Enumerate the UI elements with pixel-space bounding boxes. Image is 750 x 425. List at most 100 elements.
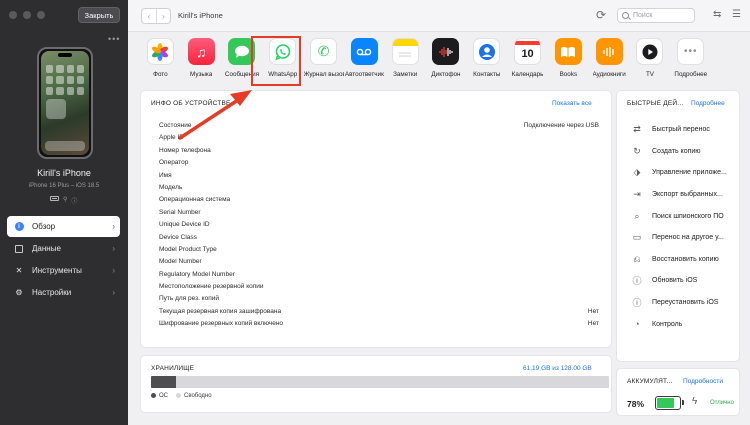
app-audiobooks[interactable]: Аудиокниги: [589, 38, 630, 78]
battery-health-status: Отлично: [710, 400, 734, 406]
backup-icon: ↻: [633, 145, 641, 156]
music-icon: ♫: [187, 38, 215, 65]
books-icon: [554, 38, 582, 65]
app-books[interactable]: Books: [548, 38, 589, 78]
more-options-icon[interactable]: •••: [108, 34, 120, 44]
search-input[interactable]: [633, 12, 693, 19]
app-label: Контакты: [473, 71, 501, 78]
device-image: [37, 47, 93, 159]
battery-small-icon: [50, 196, 59, 201]
storage-summary: 61.19 GB из 128.00 GB: [523, 365, 592, 372]
sidebar-item-label: Обзор: [32, 222, 56, 231]
window-close-dot[interactable]: [9, 11, 17, 19]
quick-action-label: Восстановить копию: [652, 255, 719, 263]
back-icon[interactable]: ‹: [142, 9, 156, 23]
storage-used-fill: [151, 376, 177, 388]
quick-action-transfer[interactable]: ⇄ Быстрый перенос: [631, 119, 727, 141]
app-label: Календарь: [511, 71, 544, 78]
quick-action-backup[interactable]: ↻ Создать копию: [631, 141, 727, 163]
info-small-icon[interactable]: ⓘ: [71, 196, 77, 205]
quick-action-device-transfer[interactable]: ▭ Перенос на другое у...: [631, 227, 727, 249]
top-bar: ‹ › Kirill's iPhone ⟳ ⇆ ☰: [128, 0, 750, 32]
quick-action-ios-update[interactable]: ⓘ Обновить iOS: [631, 270, 727, 292]
app-music[interactable]: ♫ Музыка: [181, 38, 222, 78]
refresh-icon[interactable]: ⟳: [596, 8, 606, 22]
search-field[interactable]: [617, 8, 695, 23]
window-minimize-dot[interactable]: [23, 11, 31, 19]
window-zoom-dot[interactable]: [37, 11, 45, 19]
quick-action-ios-reinstall[interactable]: ⓘ Переустановить iOS: [631, 292, 727, 314]
app-calendar[interactable]: 10 Календарь: [507, 38, 548, 78]
quick-action-label: Контроль: [652, 320, 683, 328]
info-row-label: Местоположение резервной копии: [159, 283, 264, 291]
app-photos[interactable]: Фото: [140, 38, 181, 78]
info-row-label: Текущая резервная копия зашифрована: [159, 307, 282, 315]
info-row: Операционная система: [159, 196, 599, 208]
app-contacts[interactable]: Контакты: [466, 38, 507, 78]
sidebar-item-data[interactable]: Данные ›: [7, 238, 120, 259]
info-row: Model Number: [159, 258, 599, 270]
battery-card: АККУМУЛЯТ... Подробности 78% ϟ Отлично: [616, 368, 740, 416]
charging-bolt-icon: ϟ: [692, 396, 698, 407]
control-icon: ◔: [634, 319, 640, 330]
info-row: Model Product Type: [159, 246, 599, 258]
quick-actions-card: БЫСТРЫЕ ДЕЙ... Подробнее ⇄ Быстрый перено…: [616, 90, 740, 362]
quick-action-label: Экспорт выбранных...: [652, 191, 723, 199]
quick-actions-more-link[interactable]: Подробнее: [691, 100, 725, 107]
app-tv[interactable]: TV: [630, 38, 671, 78]
quick-action-control[interactable]: ◔ Контроль: [631, 313, 727, 335]
app-call-log[interactable]: ✆ Журнал вызовов: [303, 38, 344, 78]
app-notes[interactable]: Заметки: [385, 38, 426, 78]
transfer-arrows-icon[interactable]: ⇆: [713, 9, 721, 20]
legend-os: ОС: [151, 393, 168, 399]
app-more[interactable]: ••• Подробнее: [670, 38, 711, 78]
info-row-label: Apple ID: [159, 134, 184, 142]
storage-bar: [151, 376, 609, 388]
app-voice-memos[interactable]: Диктофон: [426, 38, 467, 78]
info-row-label: Путь для рез. копий: [159, 295, 219, 303]
quick-action-export[interactable]: ⇥ Экспорт выбранных...: [631, 184, 727, 206]
chevron-right-icon: ›: [112, 222, 115, 231]
forward-icon[interactable]: ›: [156, 9, 170, 23]
storage-title: ХРАНИЛИЩЕ: [151, 365, 195, 372]
info-row: Unique Device ID: [159, 221, 599, 233]
info-row-label: Serial Number: [159, 208, 201, 216]
quick-actions-list: ⇄ Быстрый перенос ↻ Создать копию ⬗ Управлени…: [631, 119, 727, 335]
app-label: Фото: [153, 71, 168, 78]
quick-action-spyware-scan[interactable]: ⌕ Поиск шпионского ПО: [631, 205, 727, 227]
window-title: Kirill's iPhone: [178, 11, 223, 20]
sidebar-item-tools[interactable]: ✕ Инструменты ›: [7, 260, 120, 281]
spyware-scan-icon: ⌕: [634, 210, 640, 221]
chevron-right-icon: ›: [112, 266, 115, 275]
quick-action-restore[interactable]: ⎌ Восстановить копию: [631, 249, 727, 271]
sliders-icon[interactable]: ☰: [732, 9, 741, 20]
info-row: Состояние Подключение через USB: [159, 122, 599, 134]
close-button[interactable]: Закрыть: [78, 7, 120, 23]
storage-legend: ОС Свободно: [151, 393, 212, 399]
info-row: Имя: [159, 172, 599, 184]
info-row-label: Операционная система: [159, 196, 231, 204]
info-icon: i: [14, 222, 24, 232]
app-voicemail[interactable]: Автоответчик: [344, 38, 385, 78]
battery-icon: [655, 396, 681, 410]
data-icon: [14, 244, 24, 254]
export-icon: ⇥: [633, 189, 641, 200]
info-row-label: Номер телефона: [159, 146, 211, 154]
info-row: Номер телефона: [159, 147, 599, 159]
info-row: Device Class: [159, 234, 599, 246]
quick-action-apps-manage[interactable]: ⬗ Управление приложе...: [631, 162, 727, 184]
battery-details-link[interactable]: Подробности: [683, 378, 723, 385]
info-row-value: Подключение через USB: [523, 122, 599, 129]
sidebar-item-settings[interactable]: ⚙ Настройки ›: [7, 282, 120, 303]
info-row-label: Оператор: [159, 159, 189, 167]
device-info-card: ИНФО ОБ УСТРОЙСТВЕ Показать все Состояни…: [140, 90, 612, 348]
ios-reinstall-icon: ⓘ: [632, 298, 642, 309]
device-status-icons: ⚲ ⓘ: [50, 196, 77, 205]
navigation-buttons: ‹ ›: [141, 8, 171, 24]
more-icon: •••: [677, 38, 705, 65]
info-row-label: Model Product Type: [159, 245, 217, 253]
info-row: Apple ID: [159, 134, 599, 146]
app-label: Музыка: [190, 71, 213, 78]
sidebar-item-overview[interactable]: i Обзор ›: [7, 216, 120, 237]
show-all-link[interactable]: Показать все: [552, 100, 592, 107]
